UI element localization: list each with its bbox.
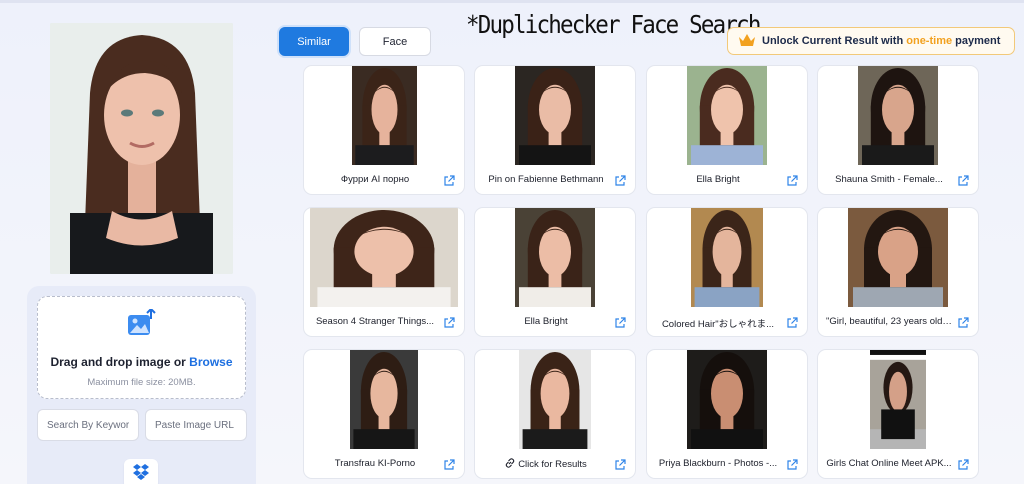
external-link-icon[interactable] (957, 316, 969, 328)
external-link-icon[interactable] (614, 458, 626, 470)
image-upload-icon (127, 307, 157, 337)
top-rule (0, 0, 1024, 3)
result-card[interactable]: Ella Bright (646, 65, 808, 195)
upload-panel: Drag and drop image or Browse Maximum fi… (27, 286, 256, 484)
external-link-icon[interactable] (614, 316, 626, 328)
external-link-icon[interactable] (957, 458, 969, 470)
external-link-icon[interactable] (957, 174, 969, 186)
result-thumbnail[interactable] (519, 350, 591, 449)
result-caption: Click for Results (483, 458, 609, 470)
result-caption: Ella Bright (483, 316, 609, 327)
caption-text: Transfrau KI-Porno (334, 458, 416, 469)
result-card[interactable]: Priya Blackburn - Photos -... (646, 349, 808, 479)
external-link-icon[interactable] (443, 458, 455, 470)
caption-text: Season 4 Stranger Things... (315, 316, 435, 327)
result-thumbnail[interactable] (870, 350, 926, 449)
result-caption: Season 4 Stranger Things... (312, 316, 438, 327)
dropbox-icon (132, 463, 150, 484)
result-caption: "Girl, beautiful, 23 years old,... (826, 316, 952, 327)
result-thumbnail[interactable] (687, 66, 767, 165)
external-link-icon[interactable] (786, 316, 798, 328)
result-card[interactable]: Girls Chat Online Meet APK... (817, 349, 979, 479)
result-card[interactable]: "Girl, beautiful, 23 years old,... (817, 207, 979, 337)
result-caption: Фурри AI порно (312, 174, 438, 185)
caption-text: "Girl, beautiful, 23 years old,... (826, 316, 952, 327)
unlock-suffix: payment (952, 35, 1001, 47)
result-thumbnail[interactable] (848, 208, 948, 307)
result-caption: Pin on Fabienne Bethmann (483, 174, 609, 185)
external-link-icon[interactable] (443, 316, 455, 328)
result-thumbnail[interactable] (352, 66, 417, 165)
caption-text: Pin on Fabienne Bethmann (488, 174, 604, 185)
result-card[interactable]: Colored Hair"おしゃれま... (646, 207, 808, 337)
caption-text: Ella Bright (696, 174, 740, 185)
unlock-label: Unlock Current Result with one-time paym… (762, 35, 1000, 47)
tab-face[interactable]: Face (359, 27, 431, 56)
link-icon (505, 458, 518, 470)
unlock-prefix: Unlock Current Result with (762, 35, 907, 47)
result-card[interactable]: Pin on Fabienne Bethmann (474, 65, 636, 195)
caption-text: Girls Chat Online Meet APK... (826, 458, 952, 469)
external-link-icon[interactable] (786, 458, 798, 470)
result-caption: Girls Chat Online Meet APK... (826, 458, 952, 469)
caption-text: Фурри AI порно (340, 174, 410, 185)
unlock-highlight: one-time (906, 35, 953, 47)
dropzone[interactable]: Drag and drop image or Browse Maximum fi… (37, 296, 246, 399)
result-thumbnail[interactable] (310, 208, 458, 307)
caption-text: Shauna Smith - Female... (835, 174, 943, 185)
tab-similar[interactable]: Similar (279, 27, 349, 56)
max-file-size: Maximum file size: 20MB. (87, 377, 196, 388)
browse-link[interactable]: Browse (189, 355, 232, 369)
result-thumbnail[interactable] (350, 350, 418, 449)
query-photo (50, 23, 233, 274)
result-thumbnail[interactable] (515, 208, 595, 307)
image-url-input[interactable] (145, 409, 247, 441)
result-card[interactable]: Shauna Smith - Female... (817, 65, 979, 195)
dropbox-button[interactable] (124, 459, 158, 484)
result-thumbnail[interactable] (687, 350, 767, 449)
result-caption: Colored Hair"おしゃれま... (655, 316, 781, 330)
external-link-icon[interactable] (786, 174, 798, 186)
caption-text: Priya Blackburn - Photos -... (658, 458, 778, 469)
result-card[interactable]: Transfrau KI-Porno (303, 349, 465, 479)
page-title: *Duplichecker Face Search (466, 10, 761, 39)
caption-text: Ella Bright (524, 316, 568, 327)
result-card[interactable]: Фурри AI порно (303, 65, 465, 195)
keyword-search-input[interactable] (37, 409, 139, 441)
result-caption: Priya Blackburn - Photos -... (655, 458, 781, 469)
drop-instructions: Drag and drop image or Browse (38, 355, 245, 369)
result-thumbnail[interactable] (515, 66, 595, 165)
caption-text: Colored Hair"おしゃれま... (661, 319, 775, 330)
result-card[interactable]: Season 4 Stranger Things... (303, 207, 465, 337)
result-caption: Transfrau KI-Porno (312, 458, 438, 469)
crown-icon (738, 33, 756, 50)
caption-text: Click for Results (518, 459, 587, 470)
result-caption: Ella Bright (655, 174, 781, 185)
result-thumbnail[interactable] (858, 66, 938, 165)
result-thumbnail[interactable] (691, 208, 763, 307)
result-caption: Shauna Smith - Female... (826, 174, 952, 185)
external-link-icon[interactable] (614, 174, 626, 186)
result-card[interactable]: Click for Results (474, 349, 636, 479)
result-card[interactable]: Ella Bright (474, 207, 636, 337)
drop-text: Drag and drop image or (50, 355, 190, 369)
external-link-icon[interactable] (443, 174, 455, 186)
unlock-result-button[interactable]: Unlock Current Result with one-time paym… (727, 27, 1015, 55)
